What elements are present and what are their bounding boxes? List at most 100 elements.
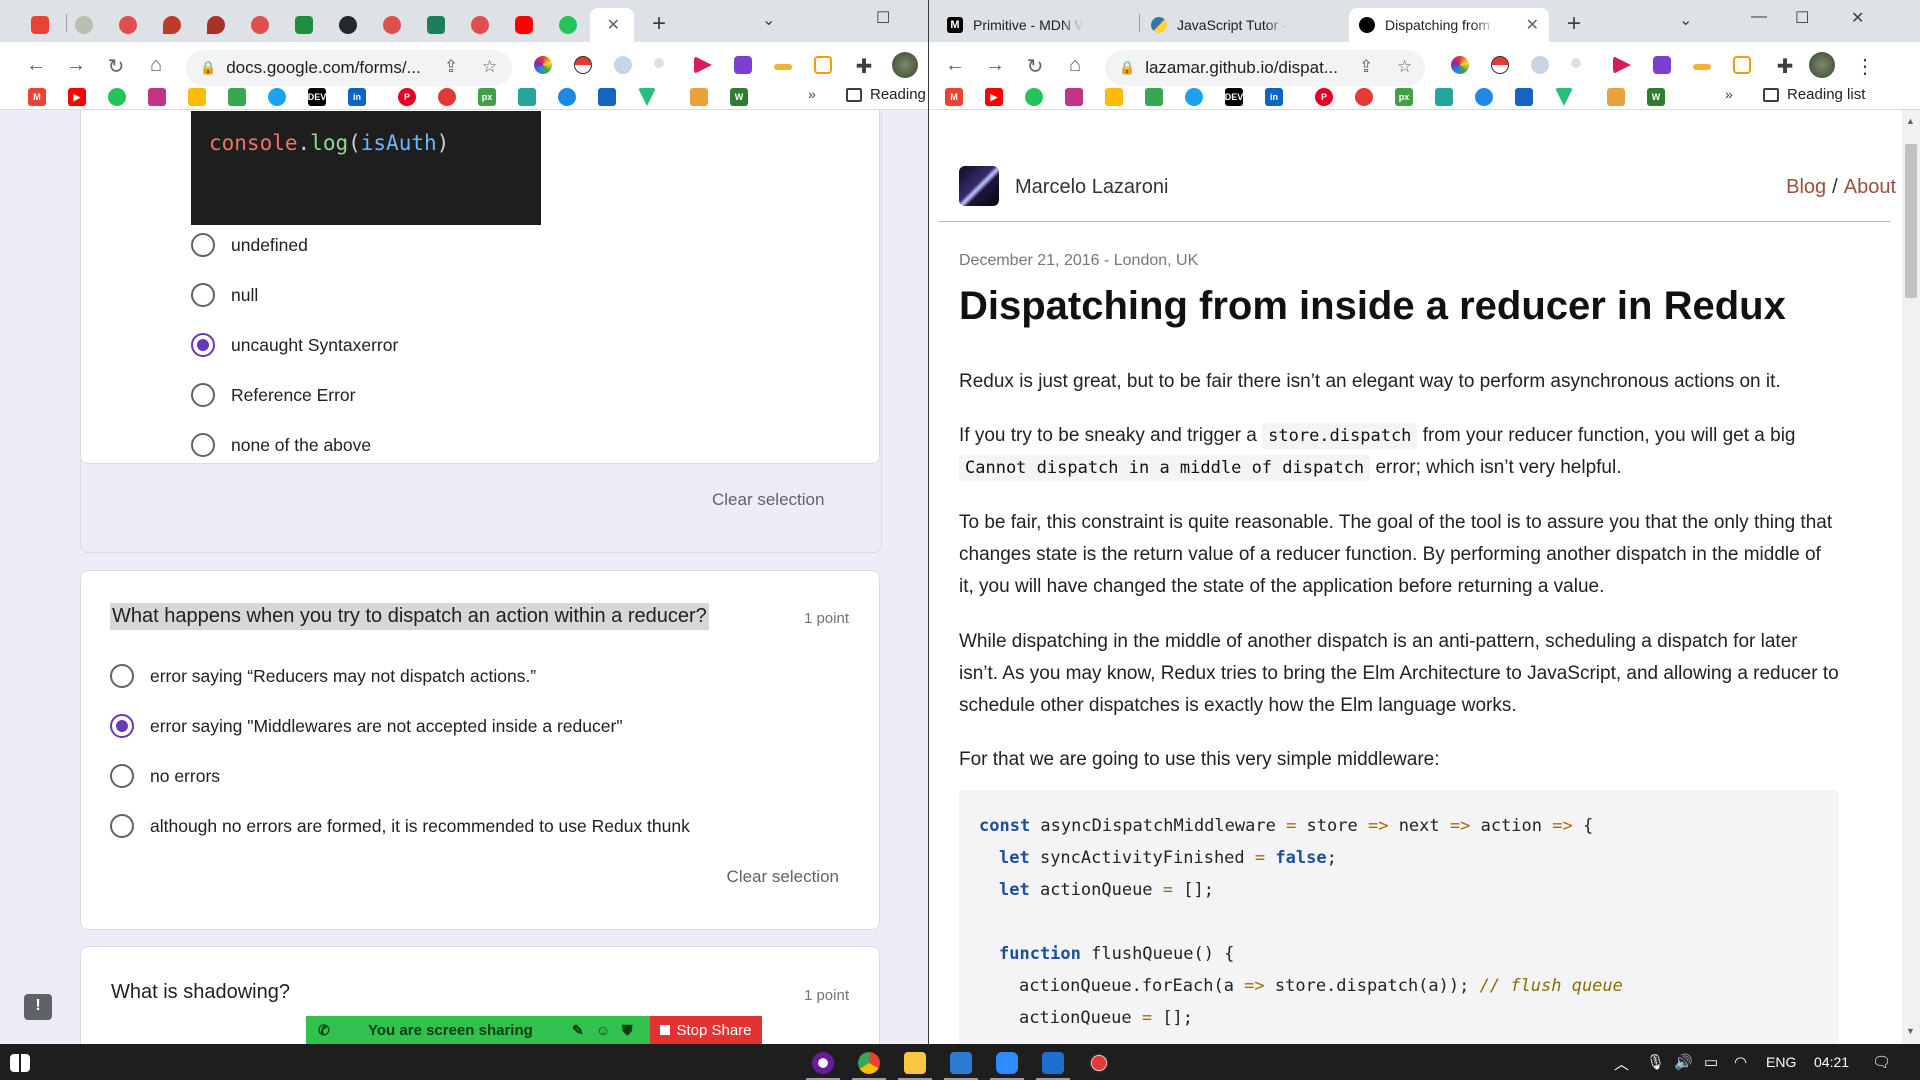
close-tab-icon[interactable]: ✕ (1526, 15, 1539, 35)
bookmark-pma-icon[interactable] (1607, 88, 1625, 106)
photos-icon[interactable] (1042, 1052, 1064, 1074)
bookmark-vue-icon[interactable] (1555, 88, 1573, 106)
tab-active-blog[interactable]: Dispatching from i ✕ (1349, 8, 1549, 42)
bookmark-pinterest-icon[interactable]: P (398, 88, 416, 106)
bookmark-meet-icon[interactable] (228, 88, 246, 106)
windows-start-icon[interactable] (10, 1054, 30, 1072)
notifications-icon[interactable]: 🗨 (1872, 1053, 1891, 1071)
reading-list-button[interactable]: Reading (846, 86, 926, 103)
language-indicator[interactable]: ENG (1766, 1054, 1796, 1070)
q1-option-5[interactable]: none of the above (191, 430, 371, 460)
radio-button[interactable] (110, 764, 134, 788)
reload-icon[interactable]: ↻ (1023, 54, 1047, 79)
close-window-icon[interactable]: ✕ (1851, 8, 1864, 28)
pencil-extension-icon[interactable] (774, 64, 792, 70)
radio-button[interactable] (191, 233, 215, 257)
recorder-icon[interactable] (1088, 1052, 1110, 1074)
speaker-icon[interactable]: 🔊 (1674, 1053, 1693, 1071)
share-icon[interactable]: ⇪ (1359, 57, 1373, 77)
dots-extension-icon[interactable] (1571, 58, 1581, 68)
radio-button-selected[interactable] (191, 333, 215, 357)
pokeball-extension-icon[interactable] (1491, 56, 1509, 74)
bookmark-w-icon[interactable]: W (1647, 88, 1665, 106)
more-menu-icon[interactable]: ⋮ (1853, 54, 1877, 79)
avatar[interactable] (892, 52, 918, 78)
tab-5[interactable] (196, 8, 236, 42)
bookmark-px-icon[interactable]: px (478, 88, 496, 106)
back-arrow-icon[interactable]: ← (943, 54, 967, 77)
puzzle-extensions-icon[interactable]: ✚ (1773, 54, 1797, 79)
play-extension-icon[interactable] (1613, 56, 1631, 74)
calendar-extension-icon[interactable] (814, 56, 832, 74)
radio-button[interactable] (110, 664, 134, 688)
address-bar[interactable]: 🔒 docs.google.com/forms/... ⇪ ☆ (186, 50, 512, 86)
maximize-icon[interactable]: ☐ (876, 8, 890, 28)
color-picker-extension-icon[interactable] (534, 56, 552, 74)
bookmark-whatsapp-icon[interactable] (108, 88, 126, 106)
forward-arrow-icon[interactable]: → (64, 54, 88, 77)
microphone-icon[interactable]: 🎙 (1646, 1053, 1665, 1071)
stop-share-button[interactable]: Stop Share (650, 1016, 762, 1044)
tab-7[interactable] (284, 8, 324, 42)
tab-python-tutor[interactable]: JavaScript Tutor - V (1141, 8, 1339, 42)
bookmark-app-icon[interactable] (518, 88, 536, 106)
chevron-up-icon[interactable]: ︿ (1614, 1053, 1629, 1074)
avatar[interactable] (1809, 52, 1835, 78)
pokeball-extension-icon[interactable] (574, 56, 592, 74)
bookmark-robot-icon[interactable] (558, 88, 576, 106)
radio-button[interactable] (191, 283, 215, 307)
back-arrow-icon[interactable]: ← (24, 54, 48, 77)
react-extension-icon[interactable] (1531, 56, 1549, 74)
bookmark-gmail-icon[interactable]: M (28, 88, 46, 106)
radio-button[interactable] (191, 433, 215, 457)
q2-option-3[interactable]: no errors (110, 761, 220, 791)
bookmark-px-icon[interactable]: px (1395, 88, 1413, 106)
radio-button-selected[interactable] (110, 714, 134, 738)
bookmark-dev-icon[interactable]: DEV (1225, 88, 1243, 106)
author-avatar[interactable] (959, 166, 999, 206)
reload-icon[interactable]: ↻ (104, 54, 128, 79)
maximize-icon[interactable]: ☐ (1795, 8, 1809, 28)
play-extension-icon[interactable] (694, 56, 712, 74)
tab-9[interactable] (372, 8, 412, 42)
bookmark-youtube-icon[interactable]: ▶ (985, 88, 1003, 106)
bookmark-twitter-icon[interactable] (1185, 88, 1203, 106)
bookmark-flag-icon[interactable] (1515, 88, 1533, 106)
home-icon[interactable]: ⌂ (144, 54, 168, 77)
q1-option-1[interactable]: undefined (191, 230, 308, 260)
new-tab-button[interactable]: + (1567, 12, 1581, 36)
vscode-icon[interactable] (950, 1052, 972, 1074)
tab-10[interactable] (416, 8, 456, 42)
smile-icon[interactable]: ☺ (596, 1022, 610, 1038)
pencil-extension-icon[interactable] (1693, 64, 1711, 70)
chevron-down-icon[interactable]: ⌄ (762, 10, 775, 30)
q1-option-4[interactable]: Reference Error (191, 380, 356, 410)
slack-icon[interactable] (812, 1052, 834, 1074)
bookmark-drive-icon[interactable] (1105, 88, 1123, 106)
tab-13[interactable] (548, 8, 588, 42)
react-extension-icon[interactable] (614, 56, 632, 74)
tab-active-form[interactable]: ✕ (590, 8, 634, 42)
q1-option-3[interactable]: uncaught Syntaxerror (191, 330, 398, 360)
bookmark-dev-icon[interactable]: DEV (308, 88, 326, 106)
bookmark-record-icon[interactable] (438, 88, 456, 106)
q1-clear-selection[interactable]: Clear selection (712, 490, 888, 510)
bookmark-drive-icon[interactable] (188, 88, 206, 106)
scroll-up-arrow-icon[interactable]: ▲ (1906, 116, 1915, 126)
radio-button[interactable] (191, 383, 215, 407)
bookmark-vue-icon[interactable] (638, 88, 656, 106)
bookmark-instagram-icon[interactable] (1065, 88, 1083, 106)
zoom-icon[interactable] (996, 1052, 1018, 1074)
chevron-down-icon[interactable]: ⌄ (1679, 10, 1692, 30)
color-picker-extension-icon[interactable] (1451, 56, 1469, 74)
bookmark-whatsapp-icon[interactable] (1025, 88, 1043, 106)
bookmark-youtube-icon[interactable]: ▶ (68, 88, 86, 106)
scrollbar-thumb[interactable] (1905, 144, 1917, 298)
calendar-extension-icon[interactable] (1733, 56, 1751, 74)
bookmark-linkedin-icon[interactable]: in (1265, 88, 1283, 106)
star-icon[interactable]: ☆ (1397, 57, 1412, 77)
bookmark-gmail-icon[interactable]: M (945, 88, 963, 106)
nav-about-link[interactable]: About (1844, 176, 1896, 198)
tab-gmail[interactable] (20, 8, 60, 42)
bookmark-twitter-icon[interactable] (268, 88, 286, 106)
